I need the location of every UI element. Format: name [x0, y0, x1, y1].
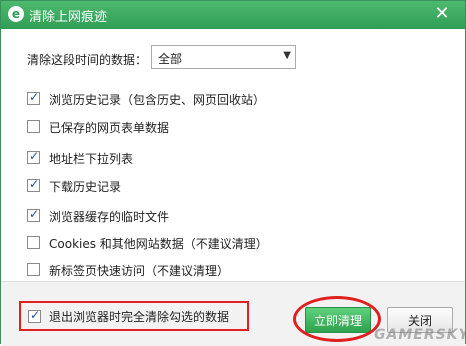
watermark: GAMERSKY [374, 327, 466, 343]
option-label: Cookies 和其他网站数据（不建议清理） [49, 237, 268, 251]
dialog-title: 清除上网痕迹 [29, 10, 108, 25]
chevron-down-icon: ▼ [283, 50, 291, 61]
checkbox[interactable] [27, 236, 40, 249]
option-label: 下载历史记录 [49, 180, 122, 194]
dialog-body: 清除这段时间的数据： 全部 ▼ 浏览历史记录（包含历史、网页回收站） 已保存的网… [1, 29, 466, 346]
option-label: 退出浏览器时完全清除勾选的数据 [49, 310, 230, 324]
browser-logo-icon: e [8, 6, 24, 22]
option-label: 浏览器缓存的临时文件 [49, 210, 170, 224]
checkbox[interactable] [27, 90, 40, 105]
checkbox[interactable] [27, 263, 40, 276]
close-icon[interactable]: ✕ [431, 3, 453, 25]
time-range-value: 全部 [158, 52, 183, 66]
checkbox[interactable] [28, 308, 41, 323]
clear-history-dialog: e 清除上网痕迹 ✕ 清除这段时间的数据： 全部 ▼ 浏览历史记录（包含历史、网… [0, 0, 466, 346]
checkbox[interactable] [27, 207, 40, 222]
time-range-label: 清除这段时间的数据： [27, 53, 148, 67]
title-bar: e 清除上网痕迹 ✕ [1, 1, 465, 29]
checkbox[interactable] [27, 177, 40, 192]
time-range-select[interactable]: 全部 ▼ [151, 45, 296, 69]
dialog-footer: 退出浏览器时完全清除勾选的数据 立即清理 关闭 GAMERSKY [1, 281, 466, 346]
clear-now-button[interactable]: 立即清理 [305, 307, 371, 333]
option-label: 浏览历史记录（包含历史、网页回收站） [49, 93, 266, 107]
checkbox[interactable] [27, 120, 40, 133]
option-label: 新标签页快速访问（不建议清理） [49, 264, 230, 278]
option-label: 地址栏下拉列表 [49, 152, 134, 166]
option-label: 已保存的网页表单数据 [49, 121, 170, 135]
checkbox[interactable] [27, 149, 40, 164]
clear-on-exit-option[interactable]: 退出浏览器时完全清除勾选的数据 [19, 301, 249, 331]
